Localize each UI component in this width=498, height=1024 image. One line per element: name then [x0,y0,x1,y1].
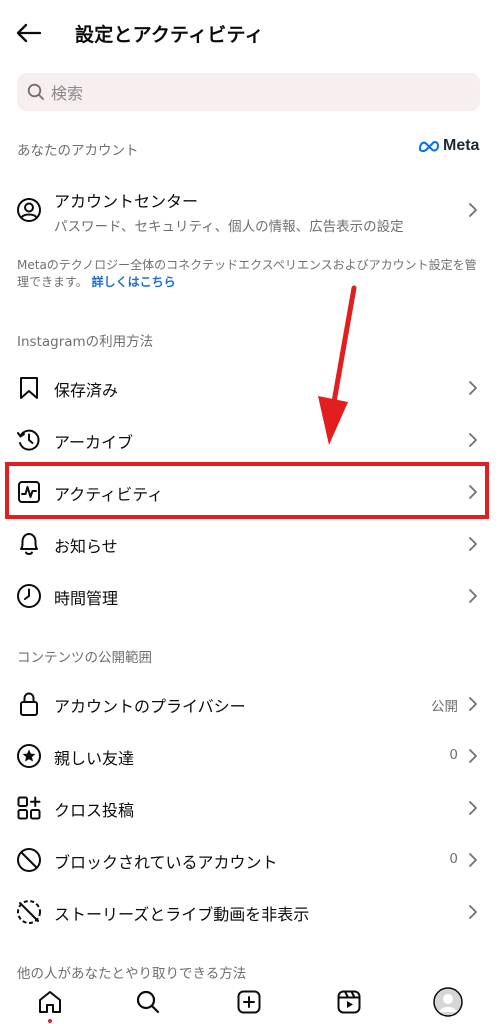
privacy-status-value: 公開 [431,699,458,715]
search-icon [27,83,44,100]
search-placeholder: 検索 [51,84,84,103]
profile-avatar [433,987,463,1017]
close-friends-count: 0 [449,747,458,763]
new-post-icon [237,990,261,1014]
search-icon [136,990,160,1014]
menu-item-account-privacy[interactable]: アカウントのプライバシー 公開 [0,678,498,730]
menu-item-hide-story[interactable]: ストーリーズとライブ動画を非表示 [0,886,498,938]
menu-label: 保存済み [54,381,119,400]
menu-label: アーカイブ [54,433,134,452]
star-circle-icon [16,743,42,769]
chevron-right-icon [469,749,477,763]
chevron-right-icon [469,697,477,711]
archive-icon [16,427,42,453]
chevron-right-icon [469,381,477,395]
meta-logo-text: Meta [443,137,480,154]
block-icon [16,847,42,873]
menu-item-blocked-accounts[interactable]: ブロックされているアカウント 0 [0,834,498,886]
grid-plus-icon [16,795,42,821]
blocked-count: 0 [449,851,458,867]
menu-item-saved[interactable]: 保存済み [0,362,498,414]
back-arrow-icon [16,23,42,43]
menu-item-time-management[interactable]: 時間管理 [0,570,498,622]
bell-icon [16,531,42,557]
menu-item-close-friends[interactable]: 親しい友達 0 [0,730,498,782]
hide-story-icon [16,899,42,925]
meta-infinity-icon [419,141,439,152]
top-bar: 設定とアクティビティ [0,0,498,66]
menu-label: 時間管理 [54,589,119,608]
account-center-title: アカウントセンター [54,192,199,211]
menu-item-archive[interactable]: アーカイブ [0,414,498,466]
menu-item-notifications[interactable]: お知らせ [0,518,498,570]
person-circle-icon [16,197,42,223]
back-button[interactable] [14,19,44,47]
tab-new-post[interactable] [234,987,264,1017]
section-how-use: Instagramの利用方法 [17,334,154,350]
tab-search[interactable] [133,987,163,1017]
tab-reels[interactable] [334,987,364,1017]
home-icon [39,991,61,1013]
menu-label: ストーリーズとライブ動画を非表示 [54,905,310,924]
account-center-subtitle: パスワード、セキュリティ、個人の情報、広告表示の設定 [54,219,404,235]
menu-label: 親しい友達 [54,749,135,768]
menu-item-cross-posting[interactable]: クロス投稿 [0,782,498,834]
section-your-account: あなたのアカウント [17,143,139,159]
learn-more-link[interactable]: 詳しくはこちら [92,275,176,289]
menu-label: ブロックされているアカウント [54,853,278,872]
menu-label: クロス投稿 [54,801,135,820]
chevron-right-icon [469,589,477,603]
home-notification-dot [48,1019,52,1023]
reels-icon [337,990,361,1014]
chevron-right-icon [469,433,477,447]
search-input[interactable]: 検索 [17,73,480,111]
bookmark-icon [16,375,42,401]
page-title: 設定とアクティビティ [75,24,264,46]
tab-home[interactable] [35,987,65,1017]
chevron-right-icon [469,905,477,919]
highlight-box [5,462,489,519]
section-others-interaction: 他の人があなたとやり取りできる方法 [17,966,247,982]
lock-icon [16,691,42,717]
menu-label: お知らせ [54,537,118,556]
meta-note-text: Metaのテクノロジー全体のコネクテッドエクスペリエンスおよびアカウント設定を管… [17,258,477,289]
chevron-right-icon [469,203,477,217]
chevron-right-icon [469,801,477,815]
bottom-tab-bar [0,982,498,1024]
meta-logo: Meta [418,137,479,155]
clock-icon [16,583,42,609]
chevron-right-icon [469,853,477,867]
meta-note: Metaのテクノロジー全体のコネクテッドエクスペリエンスおよびアカウント設定を管… [17,257,479,291]
tab-profile[interactable] [433,987,463,1017]
menu-label: アカウントのプライバシー [54,697,246,716]
chevron-right-icon [469,537,477,551]
section-content-visibility: コンテンツの公開範囲 [17,650,152,666]
